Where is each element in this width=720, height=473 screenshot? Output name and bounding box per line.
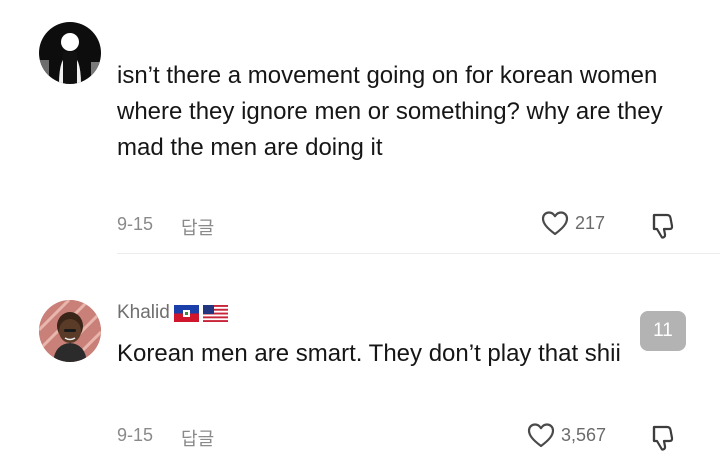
like-count: 217 [575,212,606,233]
reply-button[interactable]: 답글 [181,425,214,451]
comment-item: isn’t there a movement going on for kore… [0,0,720,262]
comment-date: 9-15 [117,425,154,445]
heart-outline-icon [527,423,555,448]
username[interactable]: Khalid [117,302,228,324]
like-count: 3,567 [561,424,607,445]
comment-meta: 9-15 답글 [117,214,214,240]
comment-date: 9-15 [117,214,154,234]
haiti-flag-icon [173,304,199,322]
image-count-badge: 11 [640,311,686,351]
dislike-button[interactable] [646,210,678,242]
username-text: Khalid [117,302,170,323]
comment-text: isn’t there a movement going on for kore… [117,62,663,161]
avatar-image [39,22,101,84]
comment-item: Khalid Korean men are smart. They don’t … [0,262,720,473]
heart-outline-icon [541,211,569,236]
like-button[interactable]: 217 [541,210,605,236]
comment-text: Korean men are smart. They don’t play th… [117,340,621,367]
like-button[interactable]: 3,567 [527,422,606,448]
thumbs-down-icon [652,425,674,451]
divider [117,253,720,254]
dislike-button[interactable] [646,422,678,454]
avatar-image [39,300,101,362]
thumbs-down-icon [652,213,674,239]
avatar[interactable] [39,300,101,362]
avatar[interactable] [39,22,101,84]
us-flag-icon [202,304,228,322]
comment-meta: 9-15 답글 [117,425,214,451]
reply-button[interactable]: 답글 [181,214,214,240]
